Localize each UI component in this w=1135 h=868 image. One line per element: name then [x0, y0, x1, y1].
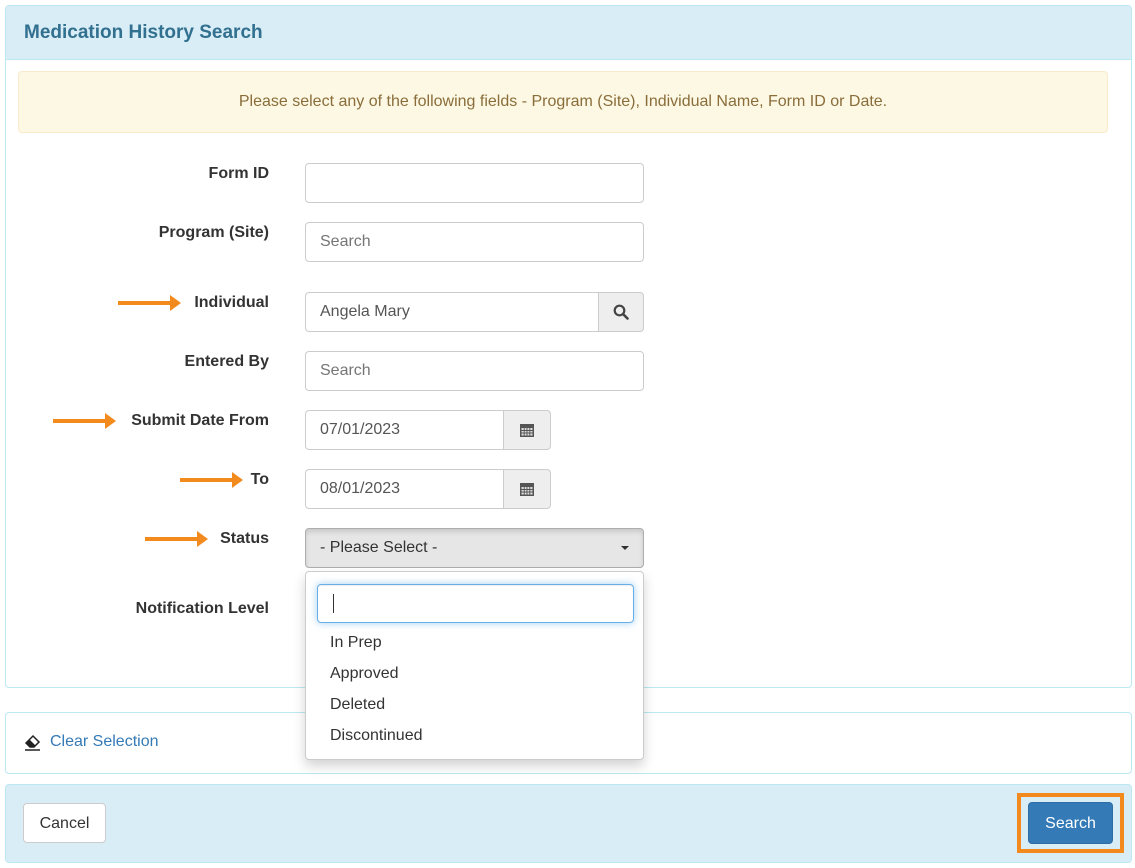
page-title: Medication History Search: [24, 22, 263, 43]
arrow-indicator-icon: [118, 295, 181, 311]
caret-down-icon: [621, 546, 629, 550]
notification-level-label: Notification Level: [135, 600, 269, 617]
status-option[interactable]: Deleted: [330, 696, 385, 714]
eraser-icon: [24, 734, 41, 751]
program-label: Program (Site): [158, 224, 269, 241]
submit-date-to-label: To: [250, 471, 269, 488]
calendar-icon: [520, 483, 534, 496]
search-button[interactable]: Search: [1028, 802, 1113, 844]
individual-label: Individual: [194, 294, 269, 311]
entered-by-search-input[interactable]: [305, 351, 644, 391]
panel-heading: Medication History Search: [6, 6, 1131, 60]
submit-date-to-input[interactable]: [305, 469, 504, 509]
submit-date-from-input[interactable]: [305, 410, 504, 450]
form-id-label: Form ID: [208, 165, 269, 182]
status-label: Status: [220, 530, 269, 547]
date-from-calendar-button[interactable]: [503, 410, 551, 450]
individual-input[interactable]: [305, 292, 599, 332]
status-option[interactable]: In Prep: [330, 634, 382, 652]
status-select[interactable]: - Please Select -: [305, 528, 644, 568]
status-option[interactable]: Discontinued: [330, 727, 423, 745]
status-dropdown-search-input[interactable]: [317, 584, 634, 623]
arrow-indicator-icon: [53, 413, 116, 429]
arrow-indicator-icon: [180, 472, 243, 488]
cancel-button[interactable]: Cancel: [23, 803, 106, 843]
text-cursor: [333, 594, 334, 613]
date-to-calendar-button[interactable]: [503, 469, 551, 509]
program-search-input[interactable]: [305, 222, 644, 262]
status-selected-value: - Please Select -: [320, 539, 438, 556]
clear-selection-link[interactable]: Clear Selection: [50, 733, 159, 751]
individual-search-button[interactable]: [598, 292, 644, 332]
status-dropdown-menu: In Prep Approved Deleted Discontinued: [305, 571, 644, 760]
search-icon: [613, 304, 629, 320]
entered-by-label: Entered By: [184, 353, 269, 370]
info-alert: Please select any of the following field…: [18, 71, 1108, 133]
footer-panel: Cancel: [5, 784, 1132, 863]
status-option[interactable]: Approved: [330, 665, 399, 683]
submit-date-from-label: Submit Date From: [131, 412, 269, 429]
arrow-indicator-icon: [145, 531, 208, 547]
form-id-input[interactable]: [305, 163, 644, 203]
calendar-icon: [520, 424, 534, 437]
